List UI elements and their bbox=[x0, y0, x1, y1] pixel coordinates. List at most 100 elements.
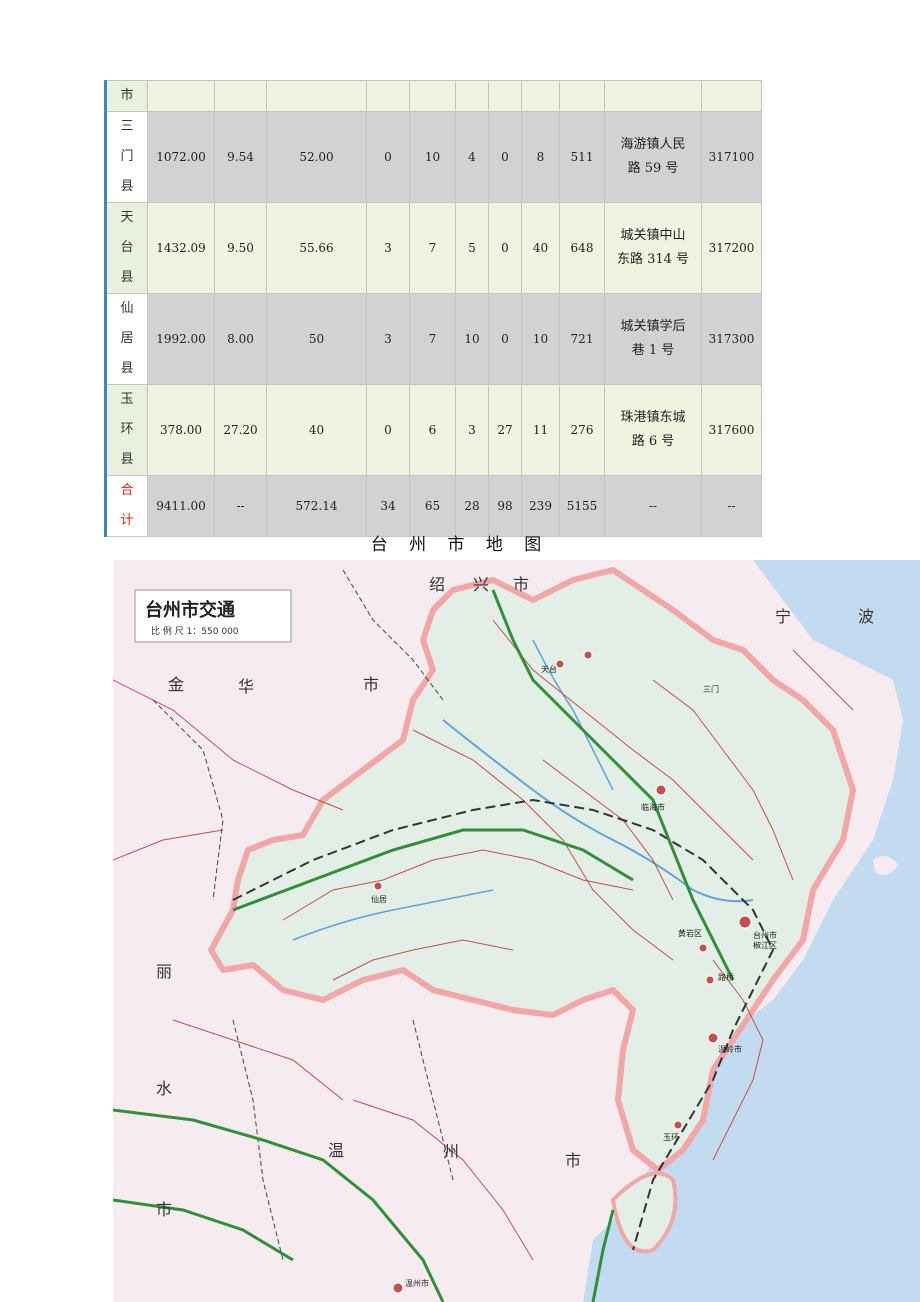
place-label-tiantai: 天台 bbox=[541, 664, 557, 674]
map-page-title: 台 州 市 地 图 bbox=[370, 535, 550, 555]
region-label-jinhua-1: 金 bbox=[168, 675, 184, 694]
table-cell: 5 bbox=[455, 202, 489, 294]
region-label-jinhua-2: 华 bbox=[238, 677, 254, 696]
table-cell: 28 bbox=[455, 475, 489, 537]
county-name-cell: 天台县 bbox=[104, 202, 148, 294]
table-cell: 55.66 bbox=[266, 202, 367, 294]
place-label-jiaojiang: 椒江区 bbox=[753, 940, 777, 950]
table-cell: 572.14 bbox=[266, 475, 367, 537]
county-name-cell: 三门县 bbox=[104, 111, 148, 203]
address-line: 路 6 号 bbox=[631, 434, 675, 449]
legend-title: 台州市交通 bbox=[145, 599, 235, 621]
place-label-taizhou: 台州市 bbox=[753, 930, 777, 940]
table-cell: 317300 bbox=[701, 293, 762, 385]
county-name-cell: 合计 bbox=[104, 475, 148, 537]
table-cell: -- bbox=[604, 475, 702, 537]
table-cell: 511 bbox=[559, 111, 605, 203]
region-label-wenzhou-1: 温 bbox=[328, 1141, 344, 1160]
county-name-char: 市 bbox=[120, 88, 134, 103]
table-cell: 0 bbox=[488, 202, 522, 294]
table-cell bbox=[604, 80, 702, 112]
county-name-char: 合 bbox=[120, 483, 134, 498]
table-cell: 34 bbox=[366, 475, 410, 537]
map-legend: 台州市交通 比 例 尺 1：550 000 bbox=[134, 589, 292, 643]
table-cell: -- bbox=[701, 475, 762, 537]
table-cell: 城关镇学后巷 1 号 bbox=[604, 293, 702, 385]
table-cell: 1432.09 bbox=[147, 202, 215, 294]
table-cell: 276 bbox=[559, 384, 605, 476]
table-cell: 317200 bbox=[701, 202, 762, 294]
table-cell: 3 bbox=[366, 202, 410, 294]
county-name-cell: 玉环县 bbox=[104, 384, 148, 476]
region-label-shaoxing-2: 兴 bbox=[473, 575, 489, 594]
table-cell: 0 bbox=[488, 293, 522, 385]
table-cell: 11 bbox=[521, 384, 560, 476]
table-cell: 城关镇中山 东路 314 号 bbox=[604, 202, 702, 294]
region-label-lishui-2: 水 bbox=[156, 1079, 172, 1098]
table-cell: 9.50 bbox=[214, 202, 267, 294]
table-cell: 5155 bbox=[559, 475, 605, 537]
table-cell: 0 bbox=[488, 111, 522, 203]
table-cell bbox=[147, 80, 215, 112]
table-row: 玉环县 378.00 27.20 40 0 6 3 27 11 276 珠港镇东城路 6 号 3176… bbox=[104, 384, 762, 476]
table-cell: 317100 bbox=[701, 111, 762, 203]
table-cell bbox=[455, 80, 489, 112]
county-name-char: 天 bbox=[120, 210, 134, 225]
county-name-char: 县 bbox=[120, 179, 134, 194]
table-cell: 6 bbox=[409, 384, 456, 476]
county-name-char: 县 bbox=[120, 452, 134, 467]
place-label-wenzhoucity: 温州市 bbox=[405, 1278, 429, 1288]
address-line: 路 59 号 bbox=[627, 161, 679, 176]
table-cell: 52.00 bbox=[266, 111, 367, 203]
table-cell: 珠港镇东城路 6 号 bbox=[604, 384, 702, 476]
address-line: 珠港镇东城 bbox=[620, 410, 686, 425]
county-stats-table: 市三门县 1072.00 9.54 52.00 0 10 4 0 8 511 海游镇人民路 59 号… bbox=[104, 80, 762, 537]
table-cell: -- bbox=[214, 475, 267, 537]
table-cell: 1992.00 bbox=[147, 293, 215, 385]
table-cell: 10 bbox=[455, 293, 489, 385]
table-cell bbox=[366, 80, 410, 112]
table-cell bbox=[701, 80, 762, 112]
table-cell bbox=[488, 80, 522, 112]
region-label-shaoxing-3: 市 bbox=[513, 575, 529, 594]
table-cell: 721 bbox=[559, 293, 605, 385]
region-label-jinhua-3: 市 bbox=[363, 675, 379, 694]
place-label-xianju: 仙居 bbox=[371, 894, 387, 904]
county-name-char: 玉 bbox=[120, 392, 134, 407]
place-label-linhai: 临海市 bbox=[641, 802, 665, 812]
table-cell: 10 bbox=[521, 293, 560, 385]
region-label-lishui-3: 市 bbox=[156, 1200, 172, 1219]
table-row: 市 bbox=[104, 80, 762, 112]
table-cell: 65 bbox=[409, 475, 456, 537]
county-name-char: 县 bbox=[120, 270, 134, 285]
table-cell bbox=[521, 80, 560, 112]
table-cell bbox=[214, 80, 267, 112]
table-row: 合计 9411.00 -- 572.14 34 65 28 98 239 5155 -- -- bbox=[104, 475, 762, 537]
address-line: 海游镇人民 bbox=[620, 137, 686, 152]
table-cell: 378.00 bbox=[147, 384, 215, 476]
county-name-char: 居 bbox=[120, 331, 134, 346]
table-cell: 648 bbox=[559, 202, 605, 294]
table-cell: 3 bbox=[455, 384, 489, 476]
table-cell: 7 bbox=[409, 202, 456, 294]
place-label-sanmen: 三门 bbox=[703, 684, 719, 694]
table-row: 仙居县 1992.00 8.00 50 3 7 10 0 10 721 城关镇学后巷 1 号 3173… bbox=[104, 293, 762, 385]
place-label-wenling: 温岭市 bbox=[718, 1044, 742, 1054]
table-cell: 9.54 bbox=[214, 111, 267, 203]
table-cell: 50 bbox=[266, 293, 367, 385]
table-row: 三门县 1072.00 9.54 52.00 0 10 4 0 8 511 海游镇人民路 59 号3… bbox=[104, 111, 762, 203]
table-cell: 40 bbox=[266, 384, 367, 476]
table-cell: 4 bbox=[455, 111, 489, 203]
address-line: 东路 314 号 bbox=[616, 252, 690, 267]
address-line: 巷 1 号 bbox=[631, 343, 675, 358]
table-cell: 0 bbox=[366, 384, 410, 476]
table-row: 天台县 1432.09 9.50 55.66 3 7 5 0 40 648 城关镇中山 东路 314 … bbox=[104, 202, 762, 294]
address-line: 城关镇学后 bbox=[620, 319, 686, 334]
place-label-huangyan: 黄岩区 bbox=[678, 928, 702, 938]
table-cell: 7 bbox=[409, 293, 456, 385]
county-name-char: 三 bbox=[120, 119, 134, 134]
region-label-wenzhou-3: 市 bbox=[565, 1151, 581, 1170]
county-name-char: 环 bbox=[120, 422, 134, 437]
table-cell: 239 bbox=[521, 475, 560, 537]
table-cell: 27 bbox=[488, 384, 522, 476]
